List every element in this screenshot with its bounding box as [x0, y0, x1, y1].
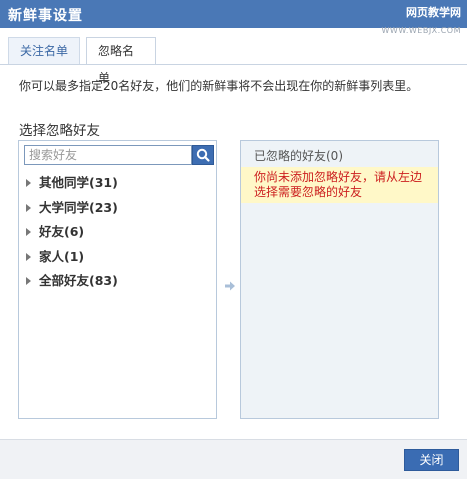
search-button[interactable]: [192, 145, 214, 165]
tab-divider: [0, 64, 467, 65]
watermark-url: WWW.WEBJX.COM: [381, 26, 461, 35]
close-button[interactable]: 关闭: [404, 449, 459, 471]
empty-notice-line-2: 选择需要忽略的好友: [254, 185, 363, 199]
friend-group-label: 好友(6): [39, 224, 85, 239]
friend-group-label: 全部好友(83): [39, 273, 118, 288]
watermark-logo: 网页教学网: [406, 6, 461, 19]
friend-picker-panel: 其他同学(31) 大学同学(23) 好友(6) 家人(1) 全部好友(83): [18, 140, 217, 419]
expand-caret-icon: [26, 277, 31, 285]
friend-group-label: 其他同学(31): [39, 175, 118, 190]
expand-caret-icon: [26, 252, 31, 261]
friend-group-family[interactable]: 家人(1): [24, 247, 118, 272]
ignored-friends-header: 已忽略的好友(0): [254, 149, 343, 163]
expand-caret-icon: [26, 179, 31, 187]
dialog-footer: [0, 439, 467, 479]
search-icon: [196, 148, 210, 162]
friend-group-label: 家人(1): [39, 248, 85, 264]
friend-group-list: 其他同学(31) 大学同学(23) 好友(6) 家人(1) 全部好友(83): [24, 173, 118, 296]
empty-notice-line-1: 你尚未添加忽略好友，请从左边: [254, 170, 423, 184]
move-right-arrow-icon: [224, 280, 236, 295]
select-ignore-friends-heading: 选择忽略好友: [19, 123, 100, 139]
friend-search: [24, 145, 214, 165]
ignored-friends-panel: 已忽略的好友(0) 你尚未添加忽略好友，请从左边 选择需要忽略的好友: [240, 140, 439, 419]
friend-group-friends[interactable]: 好友(6): [24, 222, 118, 247]
tab-bar: 关注名单 忽略名单: [0, 37, 467, 85]
description-text: 你可以最多指定20名好友，他们的新鲜事将不会出现在你的新鲜事列表里。: [19, 79, 419, 93]
friend-group-label: 大学同学(23): [39, 199, 118, 215]
title-bar[interactable]: 新鲜事设置 网页教学网: [0, 0, 467, 28]
tab-follow-list[interactable]: 关注名单: [8, 37, 80, 64]
friend-group-college-classmates[interactable]: 大学同学(23): [24, 198, 118, 223]
empty-ignored-notice: 你尚未添加忽略好友，请从左边 选择需要忽略的好友: [241, 167, 438, 203]
friend-search-input[interactable]: [24, 145, 192, 165]
tab-follow-list-label: 关注名单: [20, 44, 69, 58]
expand-caret-icon: [26, 203, 31, 212]
tab-ignore-list[interactable]: 忽略名单: [86, 37, 156, 85]
dialog-title: 新鲜事设置: [8, 8, 83, 24]
friend-group-all-friends[interactable]: 全部好友(83): [24, 271, 118, 296]
friend-group-other-classmates[interactable]: 其他同学(31): [24, 173, 118, 198]
expand-caret-icon: [26, 228, 31, 236]
news-feed-settings-dialog: 新鲜事设置 网页教学网 WWW.WEBJX.COM 关注名单 忽略名单 你可以最…: [0, 0, 467, 479]
